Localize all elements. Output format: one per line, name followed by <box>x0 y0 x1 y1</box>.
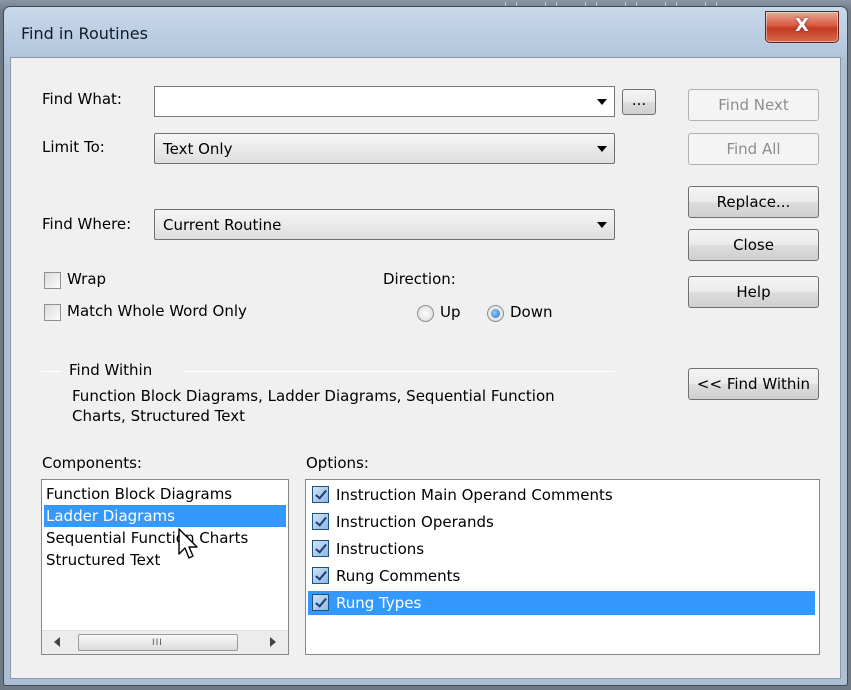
find-what-combobox[interactable] <box>154 86 615 117</box>
limit-to-select[interactable]: Text Only <box>154 133 615 164</box>
limit-to-label: Limit To: <box>42 138 105 156</box>
scroll-left-arrow-icon[interactable] <box>54 637 60 647</box>
scrollbar-thumb[interactable]: III <box>78 634 238 651</box>
match-whole-word-label[interactable]: Match Whole Word Only <box>67 302 247 320</box>
direction-down-label[interactable]: Down <box>510 303 553 321</box>
find-what-label: Find What: <box>42 90 122 108</box>
checkbox-icon[interactable] <box>312 567 329 584</box>
checkbox-icon[interactable] <box>312 486 329 503</box>
find-within-summary-line2: Charts, Structured Text <box>72 407 245 425</box>
direction-up-radio[interactable] <box>417 305 434 322</box>
find-next-button[interactable]: Find Next <box>688 89 819 121</box>
option-row-instructions[interactable]: Instructions <box>310 537 815 561</box>
find-within-divider-left <box>41 371 61 372</box>
scroll-right-arrow-icon[interactable] <box>270 637 276 647</box>
option-label: Rung Comments <box>336 567 461 585</box>
find-where-select[interactable]: Current Routine <box>154 209 615 240</box>
component-item-ladder-diagrams[interactable]: Ladder Diagrams <box>44 505 286 527</box>
components-horizontal-scrollbar[interactable]: III <box>42 630 288 654</box>
find-within-toggle-button[interactable]: << Find Within <box>688 368 819 400</box>
direction-up-label[interactable]: Up <box>440 303 461 321</box>
limit-to-value: Text Only <box>163 140 233 158</box>
option-row-rung-types[interactable]: Rung Types <box>308 591 815 615</box>
chevron-down-icon <box>597 146 607 152</box>
find-in-routines-dialog: Find in Routines X Find What: ... Limit … <box>3 6 848 686</box>
find-where-value: Current Routine <box>163 216 282 234</box>
title-bar[interactable]: Find in Routines X <box>4 7 847 57</box>
option-row-instruction-main-operand-comments[interactable]: Instruction Main Operand Comments <box>310 483 815 507</box>
close-button[interactable]: Close <box>688 229 819 261</box>
browse-button[interactable]: ... <box>622 89 656 115</box>
option-label: Instruction Operands <box>336 513 494 531</box>
window-title: Find in Routines <box>21 24 148 43</box>
option-label: Instructions <box>336 540 425 558</box>
help-button[interactable]: Help <box>688 276 819 308</box>
find-within-summary-line1: Function Block Diagrams, Ladder Diagrams… <box>72 387 555 405</box>
component-item-structured-text[interactable]: Structured Text <box>44 549 286 571</box>
chevron-down-icon[interactable] <box>597 99 607 105</box>
options-label: Options: <box>306 454 369 472</box>
direction-down-radio[interactable] <box>487 305 504 322</box>
mouse-cursor-icon <box>178 528 198 559</box>
find-within-divider-right <box>184 371 615 372</box>
chevron-down-icon <box>597 222 607 228</box>
option-label: Instruction Main Operand Comments <box>336 486 613 504</box>
checkbox-icon[interactable] <box>312 513 329 530</box>
option-label: Rung Types <box>336 594 422 612</box>
find-where-label: Find Where: <box>42 215 132 233</box>
checkbox-icon[interactable] <box>312 540 329 557</box>
scrollbar-grip-icon: III <box>152 638 163 648</box>
dialog-client-area: Find What: ... Limit To: Text Only Find … <box>10 57 841 679</box>
options-listbox[interactable]: Instruction Main Operand Comments Instru… <box>305 479 820 655</box>
option-row-rung-comments[interactable]: Rung Comments <box>310 564 815 588</box>
close-icon: X <box>795 15 809 36</box>
find-within-heading: Find Within <box>69 361 153 379</box>
replace-button[interactable]: Replace... <box>688 186 819 218</box>
wrap-label[interactable]: Wrap <box>67 270 106 288</box>
component-item-sequential-function-charts[interactable]: Sequential Function Charts <box>44 527 286 549</box>
find-all-button[interactable]: Find All <box>688 133 819 165</box>
option-row-instruction-operands[interactable]: Instruction Operands <box>310 510 815 534</box>
components-listbox[interactable]: Function Block Diagrams Ladder Diagrams … <box>41 479 289 655</box>
wrap-checkbox[interactable] <box>44 272 61 289</box>
checkbox-icon[interactable] <box>312 594 329 611</box>
component-item-function-block-diagrams[interactable]: Function Block Diagrams <box>44 483 286 505</box>
match-whole-word-checkbox[interactable] <box>44 304 61 321</box>
close-window-button[interactable]: X <box>765 11 839 43</box>
direction-label: Direction: <box>383 270 456 288</box>
components-label: Components: <box>42 454 142 472</box>
